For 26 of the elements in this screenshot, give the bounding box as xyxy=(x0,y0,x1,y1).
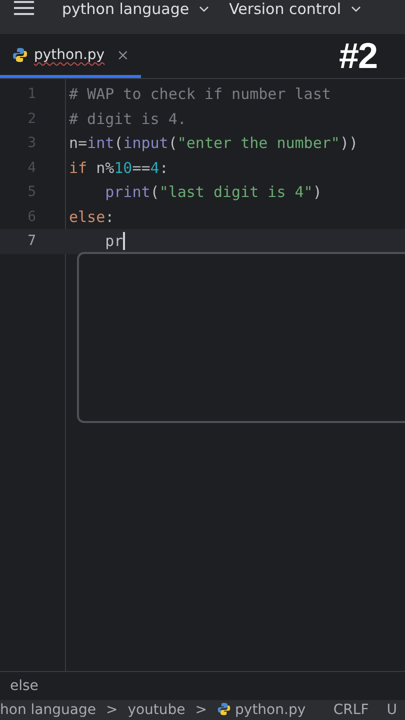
project-menu[interactable]: Version control xyxy=(229,0,361,18)
python-file-icon xyxy=(217,702,232,716)
project-menu[interactable]: python language xyxy=(62,0,210,18)
code-line: pr xyxy=(104,232,124,250)
separator: > xyxy=(106,702,118,718)
code-line: # digit is 4. xyxy=(69,110,186,128)
menu-icon[interactable] xyxy=(14,0,34,16)
code-line: if n%10==4: xyxy=(69,158,168,177)
breadcrumb[interactable]: else xyxy=(10,678,38,694)
text-cursor xyxy=(123,232,126,250)
chevron-down-icon[interactable] xyxy=(199,6,210,12)
episode-number: #2 xyxy=(338,35,377,77)
status-item[interactable]: U xyxy=(386,702,397,718)
separator: > xyxy=(195,702,208,718)
python-file-icon xyxy=(12,46,28,62)
line-number: 7 xyxy=(26,233,36,250)
code-line: else: xyxy=(69,208,114,226)
close-icon[interactable]: × xyxy=(116,46,130,64)
path-segment[interactable]: python.py xyxy=(235,702,306,718)
path-segment[interactable]: youtube xyxy=(128,702,186,718)
status-item[interactable]: CRLF xyxy=(333,702,369,718)
chevron-down-icon[interactable] xyxy=(351,6,361,12)
code-line: # WAP to check if number last xyxy=(69,85,331,104)
path-segment[interactable]: hon language xyxy=(0,702,96,718)
code-line: n=int(input("enter the number")) xyxy=(69,134,358,152)
code-line: print("last digit is 4") xyxy=(104,183,322,202)
